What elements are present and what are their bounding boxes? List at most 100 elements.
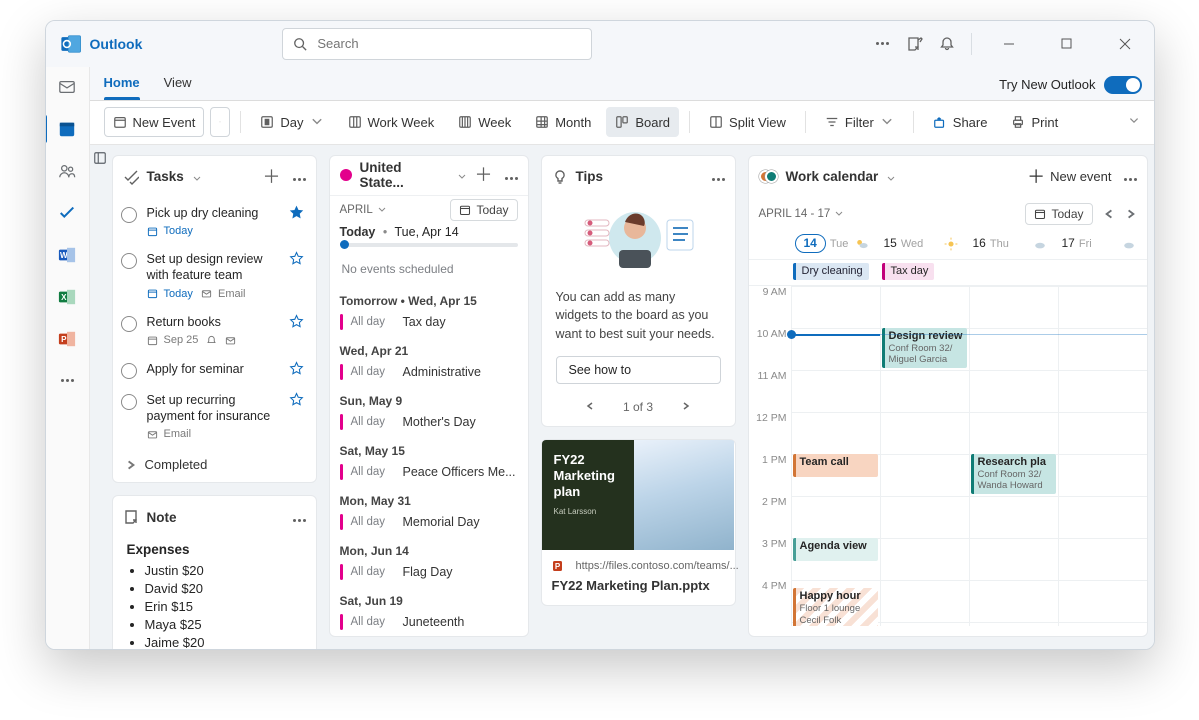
note-body[interactable]: Expenses Justin $20David $20Erin $15Maya…: [113, 538, 316, 649]
calendar-day-column[interactable]: Team call Agenda view Happy hourFloor 1 lo…: [791, 286, 880, 626]
task-item[interactable]: Pick up dry cleaning Today: [113, 198, 316, 245]
excel-app-icon[interactable]: X: [55, 285, 79, 309]
event-research-plan[interactable]: Research plaConf Room 32/Wanda Howard: [971, 454, 1056, 494]
collapse-board-button[interactable]: [90, 145, 110, 649]
holidays-dropdown[interactable]: [457, 170, 467, 180]
filter-button[interactable]: Filter: [816, 107, 903, 137]
note-more-button[interactable]: [293, 510, 306, 525]
window-maximize-button[interactable]: [1046, 29, 1088, 59]
window-close-button[interactable]: [1104, 29, 1146, 59]
task-star-button[interactable]: [288, 205, 306, 220]
holidays-add-button[interactable]: ＋: [475, 168, 493, 182]
task-complete-checkbox[interactable]: [121, 316, 137, 332]
task-item[interactable]: Return books Sep 25: [113, 307, 316, 354]
work-week-view-button[interactable]: Work Week: [339, 107, 444, 137]
allday-event[interactable]: Tax day: [882, 263, 935, 280]
calendar-app-icon[interactable]: [55, 117, 79, 141]
holiday-event[interactable]: All dayFlag Day: [330, 560, 528, 586]
board[interactable]: Tasks ＋ Pick up dry cleaning Today Set u…: [110, 145, 1154, 649]
search-box[interactable]: [282, 28, 592, 60]
calendar-allday-cell[interactable]: Dry cleaning: [791, 260, 880, 284]
todo-app-icon[interactable]: [55, 201, 79, 225]
holiday-event[interactable]: All dayMemorial Day: [330, 510, 528, 536]
holiday-day-header: Wed, Apr 21: [330, 336, 528, 360]
task-complete-checkbox[interactable]: [121, 253, 137, 269]
note-compose-icon[interactable]: [907, 36, 923, 52]
board-view-button[interactable]: Board: [606, 107, 679, 137]
calendar-day-header[interactable]: 15Wed: [880, 230, 969, 259]
more-icon[interactable]: [875, 36, 891, 52]
calendar-allday-cell[interactable]: [969, 269, 1058, 275]
task-star-button[interactable]: [288, 314, 306, 329]
calendar-day-header[interactable]: 16Thu: [969, 230, 1058, 259]
tab-view[interactable]: View: [164, 69, 192, 100]
calendar-allday-cell[interactable]: [1058, 269, 1147, 275]
calendar-range-label[interactable]: APRIL 14 - 17: [759, 208, 831, 220]
calendar-new-event-button[interactable]: ＋New event: [1027, 169, 1111, 184]
tasks-completed-row[interactable]: Completed: [113, 447, 316, 482]
event-happy-hour[interactable]: Happy hourFloor 1 loungeCecil Folk: [793, 588, 878, 626]
share-button[interactable]: Share: [924, 107, 997, 137]
calendar-prev-button[interactable]: [1103, 208, 1115, 220]
tasks-add-button[interactable]: ＋: [263, 170, 281, 184]
calendar-grid[interactable]: 9 AM10 AM11 AM12 PM1 PM2 PM3 PM4 PM Team…: [749, 286, 1147, 626]
task-star-button[interactable]: [288, 251, 306, 266]
holidays-month-label[interactable]: APRIL: [340, 204, 373, 216]
holiday-event[interactable]: All dayJuneteenth: [330, 610, 528, 636]
tab-home[interactable]: Home: [104, 69, 140, 100]
tips-more-button[interactable]: [712, 169, 725, 184]
tasks-more-button[interactable]: [293, 169, 306, 184]
calendar-dropdown[interactable]: [886, 172, 896, 182]
task-star-button[interactable]: [288, 392, 306, 407]
holiday-event[interactable]: All dayMother's Day: [330, 410, 528, 436]
window-minimize-button[interactable]: [988, 29, 1030, 59]
more-apps-icon[interactable]: [55, 369, 79, 393]
task-item[interactable]: Set up design review with feature team T…: [113, 244, 316, 307]
holiday-event[interactable]: All dayPeace Officers Me...: [330, 460, 528, 486]
calendar-more-button[interactable]: [1124, 169, 1137, 184]
split-view-button[interactable]: Split View: [700, 107, 795, 137]
search-input[interactable]: [315, 35, 581, 52]
tips-next-button[interactable]: [681, 400, 691, 414]
tasks-dropdown[interactable]: [192, 172, 202, 182]
print-button[interactable]: Print: [1002, 107, 1067, 137]
task-complete-checkbox[interactable]: [121, 394, 137, 410]
new-event-button[interactable]: New Event: [104, 107, 205, 137]
holiday-event[interactable]: All dayTax day: [330, 310, 528, 336]
month-view-button[interactable]: Month: [526, 107, 600, 137]
event-team-call[interactable]: Team call: [793, 454, 878, 477]
task-meta-calendar: Sep 25: [147, 333, 199, 347]
week-view-button[interactable]: Week: [449, 107, 520, 137]
holidays-today-button[interactable]: Today: [450, 199, 517, 221]
task-item[interactable]: Apply for seminar: [113, 354, 316, 385]
try-new-outlook-toggle[interactable]: [1104, 76, 1142, 94]
calendar-day-header[interactable]: 17Fri: [1058, 230, 1147, 259]
task-complete-checkbox[interactable]: [121, 363, 137, 379]
calendar-next-button[interactable]: [1125, 208, 1137, 220]
tips-see-how-button[interactable]: See how to: [556, 356, 721, 384]
tips-prev-button[interactable]: [585, 400, 595, 414]
mail-app-icon[interactable]: [55, 75, 79, 99]
allday-event[interactable]: Dry cleaning: [793, 263, 869, 280]
toolbar-chevron-icon[interactable]: [1128, 115, 1140, 130]
file-card[interactable]: FY22 Marketing planKat Larsson P https:/…: [541, 439, 736, 606]
day-view-button[interactable]: Day: [251, 107, 332, 137]
notifications-icon[interactable]: [939, 36, 955, 52]
people-app-icon[interactable]: [55, 159, 79, 183]
task-complete-checkbox[interactable]: [121, 207, 137, 223]
calendar-day-column[interactable]: [1058, 286, 1147, 626]
today-label: Today: [340, 225, 376, 239]
calendar-today-button[interactable]: Today: [1025, 203, 1092, 225]
calendar-day-column[interactable]: Design reviewConf Room 32/Miguel Garcia: [880, 286, 969, 626]
calendar-allday-cell[interactable]: Tax day: [880, 260, 969, 284]
powerpoint-app-icon[interactable]: P: [55, 327, 79, 351]
new-event-dropdown[interactable]: [210, 107, 230, 137]
task-item[interactable]: Set up recurring payment for insurance E…: [113, 385, 316, 448]
word-app-icon[interactable]: W: [55, 243, 79, 267]
task-star-button[interactable]: [288, 361, 306, 376]
calendar-day-header[interactable]: 14Tue: [791, 230, 880, 259]
holiday-event[interactable]: All dayAdministrative: [330, 360, 528, 386]
calendar-day-column[interactable]: Research plaConf Room 32/Wanda Howard: [969, 286, 1058, 626]
event-agenda-view[interactable]: Agenda view: [793, 538, 878, 561]
holidays-more-button[interactable]: [505, 168, 518, 183]
